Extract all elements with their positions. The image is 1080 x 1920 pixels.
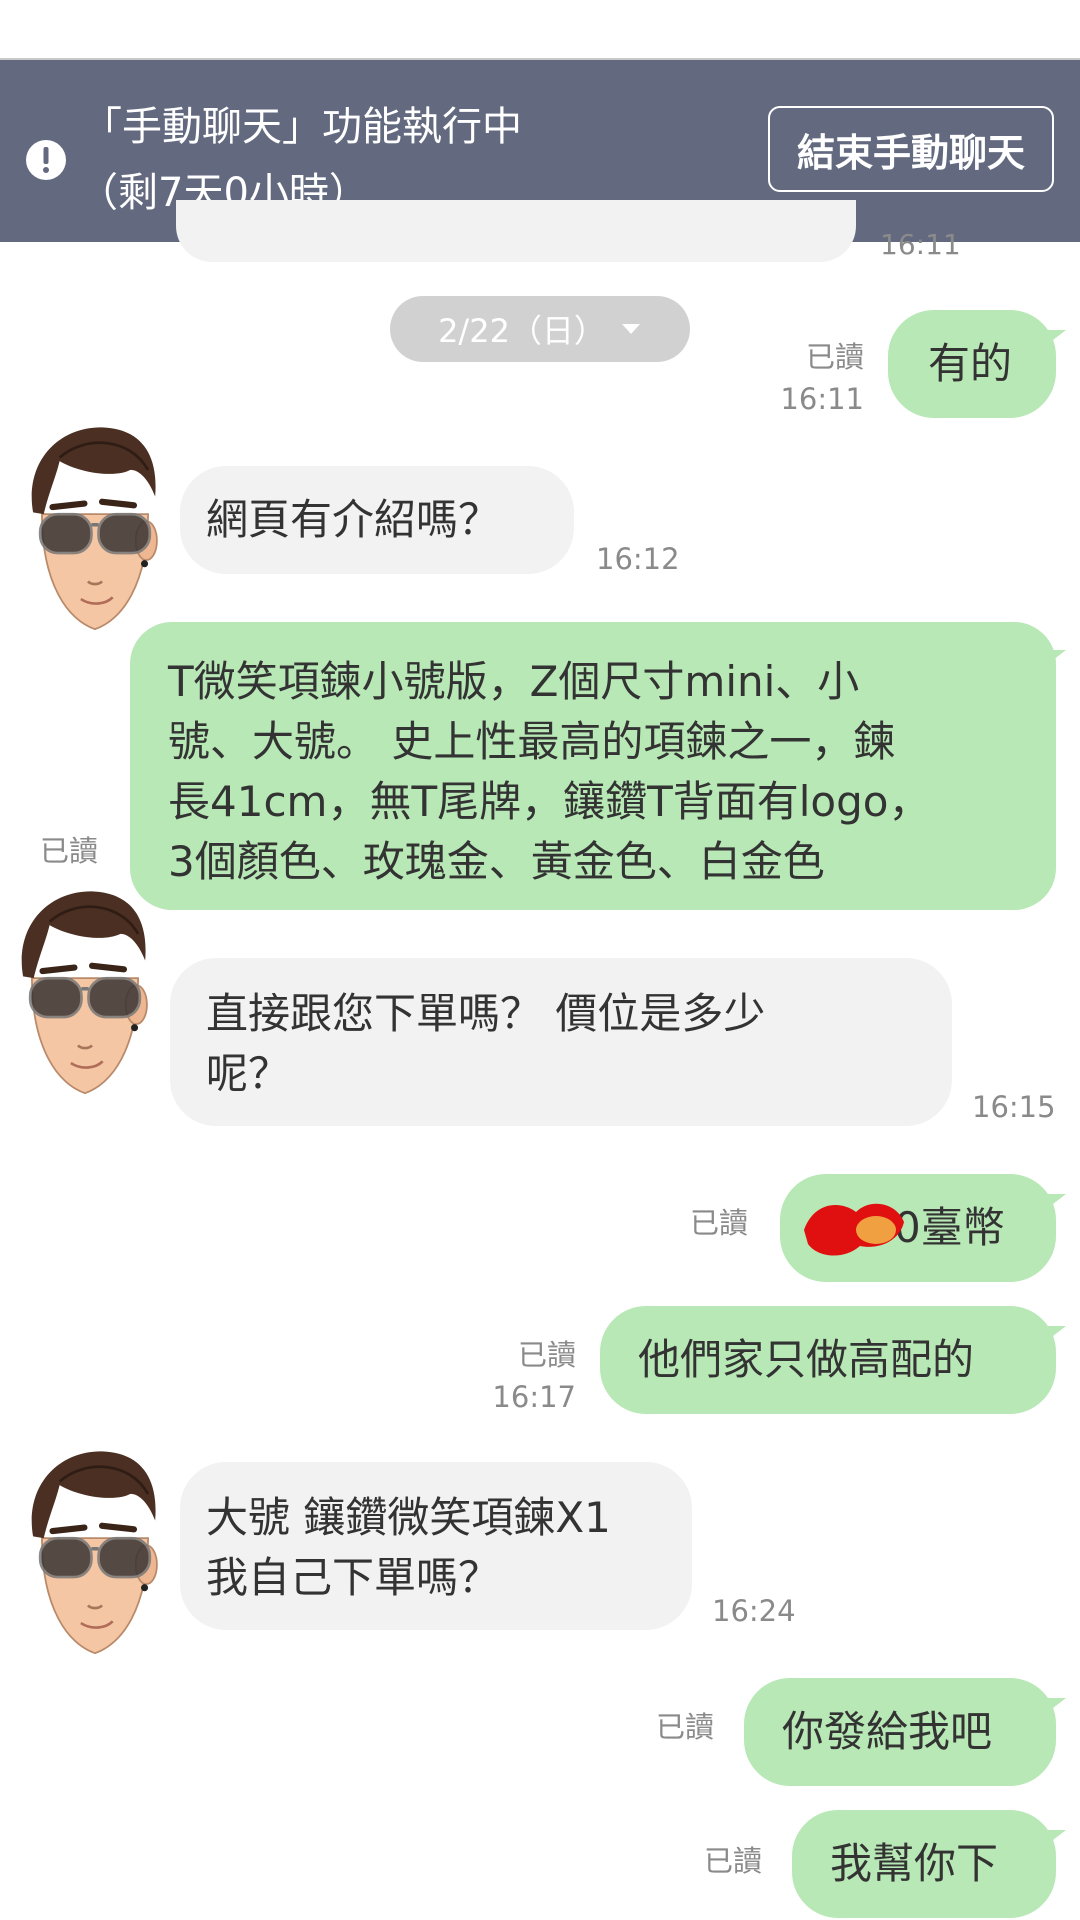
- message-text: 他們家只做高配的: [638, 1335, 975, 1384]
- read-receipt: 已讀: [805, 340, 864, 374]
- their-message-bubble[interactable]: 大號 鑲鑽微笑項鍊X1 我自己下單嗎？: [180, 1462, 692, 1630]
- date-label: 2/22（日）: [438, 312, 606, 350]
- message-text: 0臺幣: [894, 1203, 1005, 1252]
- message-line: 直接跟您下單嗎？ 價位是多少: [206, 989, 766, 1038]
- contact-avatar[interactable]: [0, 1432, 190, 1662]
- message-line: 呢？: [206, 1049, 291, 1098]
- message-line: 號、大號。 史上性最高的項鍊之一，鍊: [168, 717, 896, 766]
- contact-avatar[interactable]: [0, 408, 190, 638]
- my-message-bubble[interactable]: 我幫你下: [792, 1810, 1056, 1918]
- redaction-scribble: [804, 1203, 904, 1256]
- my-message-bubble[interactable]: 他們家只做高配的: [600, 1306, 1056, 1414]
- banner-title: 「手動聊天」功能執行中: [82, 104, 522, 150]
- read-receipt: 已讀: [517, 1338, 576, 1372]
- message-text: 你發給我吧: [782, 1707, 993, 1756]
- message-meta: 已讀 16:11: [760, 336, 864, 420]
- message-time: 16:15: [972, 1090, 1056, 1124]
- date-separator[interactable]: 2/22（日）: [390, 296, 690, 362]
- message-time: 16:12: [596, 542, 680, 576]
- top-bar: [0, 0, 1080, 60]
- read-receipt: 已讀: [656, 1710, 715, 1744]
- contact-avatar[interactable]: [0, 872, 180, 1102]
- read-receipt: 已讀: [690, 1206, 749, 1240]
- chevron-down-icon: [621, 324, 640, 334]
- message-time: 16:11: [780, 382, 864, 416]
- message-text: 我幫你下: [830, 1839, 999, 1888]
- my-message-bubble[interactable]: 有的: [888, 310, 1056, 418]
- exclamation-circle-icon: [26, 140, 66, 180]
- message-line: 大號 鑲鑽微笑項鍊X1: [206, 1493, 611, 1542]
- message-time: 16:17: [492, 1380, 576, 1414]
- read-receipt: 已讀: [704, 1844, 763, 1878]
- their-message-bubble[interactable]: 直接跟您下單嗎？ 價位是多少 呢？: [170, 958, 952, 1126]
- my-message-bubble[interactable]: T微笑項鍊小號版，Z個尺寸mini、小 號、大號。 史上性最高的項鍊之一，鍊 長…: [130, 622, 1056, 910]
- previous-message-bubble[interactable]: [176, 200, 856, 262]
- message-text: 網頁有介紹嗎？: [206, 495, 501, 544]
- message-time: 16:11: [880, 228, 961, 261]
- message-line: 我自己下單嗎？: [206, 1553, 501, 1602]
- end-manual-chat-button[interactable]: 結束手動聊天: [768, 106, 1054, 192]
- message-line: 長41cm，無T尾牌，鑲鑽T背面有logo，: [168, 777, 931, 826]
- message-line: T微笑項鍊小號版，Z個尺寸mini、小: [168, 657, 860, 706]
- their-message-bubble[interactable]: 網頁有介紹嗎？: [180, 466, 574, 574]
- message-text: 有的: [928, 339, 1013, 388]
- message-line: 3個顏色、玫瑰金、黃金色、白金色: [168, 837, 825, 886]
- message-meta: 已讀 16:17: [490, 1334, 576, 1418]
- read-receipt: 已讀: [40, 834, 99, 868]
- message-time: 16:24: [712, 1594, 796, 1628]
- my-message-bubble[interactable]: 你發給我吧: [744, 1678, 1056, 1786]
